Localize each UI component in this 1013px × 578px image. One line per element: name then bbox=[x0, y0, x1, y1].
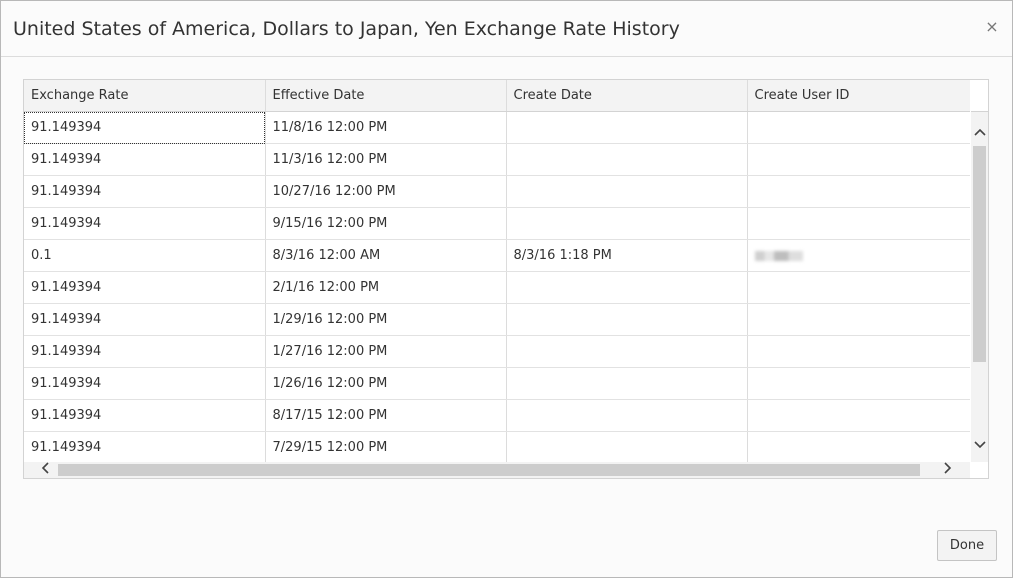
exchange-rate-history-dialog: United States of America, Dollars to Jap… bbox=[0, 0, 1013, 578]
exchange-rate-cell[interactable]: 91.149394 bbox=[24, 431, 266, 462]
effective-date-cell[interactable]: 2/1/16 12:00 PM bbox=[265, 271, 507, 304]
close-icon[interactable]: × bbox=[984, 19, 1000, 35]
scrollbar-header-spacer bbox=[971, 80, 988, 112]
table-row[interactable]: 91.149394 1/27/16 12:00 PM bbox=[24, 335, 970, 368]
table-viewport: Exchange Rate Effective Date Create Date… bbox=[24, 80, 970, 462]
create-date-cell[interactable] bbox=[506, 111, 748, 144]
vertical-scrollbar[interactable] bbox=[971, 112, 988, 462]
table-header-row: Exchange Rate Effective Date Create Date… bbox=[24, 80, 970, 112]
create-date-cell[interactable] bbox=[506, 367, 748, 400]
column-header-create-user-id[interactable]: Create User ID bbox=[747, 80, 970, 112]
create-user-id-cell[interactable] bbox=[747, 399, 970, 432]
create-user-id-cell[interactable] bbox=[747, 143, 970, 176]
create-user-id-cell[interactable] bbox=[747, 111, 970, 144]
exchange-rate-cell[interactable]: 91.149394 bbox=[24, 399, 266, 432]
chevron-up-icon[interactable] bbox=[971, 124, 988, 141]
exchange-rate-cell[interactable]: 91.149394 bbox=[24, 271, 266, 304]
create-date-cell[interactable] bbox=[506, 143, 748, 176]
effective-date-cell[interactable]: 8/3/16 12:00 AM bbox=[265, 239, 507, 272]
effective-date-cell[interactable]: 11/3/16 12:00 PM bbox=[265, 143, 507, 176]
table-row[interactable]: 91.149394 1/26/16 12:00 PM bbox=[24, 367, 970, 400]
create-user-id-cell[interactable] bbox=[747, 175, 970, 208]
column-header-effective-date[interactable]: Effective Date bbox=[265, 80, 507, 112]
effective-date-cell[interactable]: 9/15/16 12:00 PM bbox=[265, 207, 507, 240]
create-user-id-cell[interactable] bbox=[747, 207, 970, 240]
table-row[interactable]: 91.149394 2/1/16 12:00 PM bbox=[24, 271, 970, 304]
table-row[interactable]: 91.149394 1/29/16 12:00 PM bbox=[24, 303, 970, 336]
effective-date-cell[interactable]: 1/26/16 12:00 PM bbox=[265, 367, 507, 400]
exchange-rate-cell[interactable]: 91.149394 bbox=[24, 207, 266, 240]
effective-date-cell[interactable]: 11/8/16 12:00 PM bbox=[265, 111, 507, 144]
table-row[interactable]: 91.149394 7/29/15 12:00 PM bbox=[24, 431, 970, 462]
exchange-rate-cell[interactable]: 91.149394 bbox=[24, 335, 266, 368]
exchange-rate-cell[interactable]: 91.149394 bbox=[24, 143, 266, 176]
table-row[interactable]: 0.1 8/3/16 12:00 AM 8/3/16 1:18 PM bbox=[24, 239, 970, 272]
effective-date-cell[interactable]: 7/29/15 12:00 PM bbox=[265, 431, 507, 462]
exchange-rate-cell[interactable]: 91.149394 bbox=[24, 367, 266, 400]
dialog-title: United States of America, Dollars to Jap… bbox=[13, 18, 680, 40]
exchange-rate-cell[interactable]: 91.149394 bbox=[24, 175, 266, 208]
table-row[interactable]: 91.149394 8/17/15 12:00 PM bbox=[24, 399, 970, 432]
create-date-cell[interactable] bbox=[506, 271, 748, 304]
scrollbar-corner bbox=[970, 462, 988, 478]
create-user-id-cell[interactable] bbox=[747, 239, 970, 272]
horizontal-scrollbar[interactable] bbox=[24, 462, 970, 478]
redacted-user-id bbox=[754, 250, 803, 261]
table-row[interactable]: 91.149394 11/3/16 12:00 PM bbox=[24, 143, 970, 176]
create-user-id-cell[interactable] bbox=[747, 431, 970, 462]
create-date-cell[interactable] bbox=[506, 175, 748, 208]
horizontal-scroll-thumb[interactable] bbox=[58, 464, 920, 476]
create-date-cell[interactable] bbox=[506, 335, 748, 368]
effective-date-cell[interactable]: 1/27/16 12:00 PM bbox=[265, 335, 507, 368]
table-body: 91.149394 11/8/16 12:00 PM 91.149394 11/3/1… bbox=[24, 111, 970, 462]
create-date-cell[interactable] bbox=[506, 399, 748, 432]
create-user-id-cell[interactable] bbox=[747, 303, 970, 336]
create-user-id-cell[interactable] bbox=[747, 367, 970, 400]
chevron-left-icon[interactable] bbox=[36, 462, 53, 478]
create-date-cell[interactable] bbox=[506, 207, 748, 240]
create-date-cell[interactable] bbox=[506, 431, 748, 462]
chevron-right-icon[interactable] bbox=[939, 462, 956, 478]
create-date-cell[interactable] bbox=[506, 303, 748, 336]
dialog-header: United States of America, Dollars to Jap… bbox=[1, 1, 1012, 57]
done-button[interactable]: Done bbox=[937, 530, 997, 561]
exchange-rate-cell[interactable]: 91.149394 bbox=[24, 111, 266, 144]
effective-date-cell[interactable]: 8/17/15 12:00 PM bbox=[265, 399, 507, 432]
history-table: Exchange Rate Effective Date Create Date… bbox=[24, 80, 970, 462]
effective-date-cell[interactable]: 1/29/16 12:00 PM bbox=[265, 303, 507, 336]
exchange-rate-cell[interactable]: 0.1 bbox=[24, 239, 266, 272]
exchange-rate-cell[interactable]: 91.149394 bbox=[24, 303, 266, 336]
table-row[interactable]: 91.149394 9/15/16 12:00 PM bbox=[24, 207, 970, 240]
column-header-create-date[interactable]: Create Date bbox=[506, 80, 748, 112]
vertical-scroll-thumb[interactable] bbox=[973, 146, 986, 362]
column-header-exchange-rate[interactable]: Exchange Rate bbox=[24, 80, 266, 112]
table-row[interactable]: 91.149394 10/27/16 12:00 PM bbox=[24, 175, 970, 208]
effective-date-cell[interactable]: 10/27/16 12:00 PM bbox=[265, 175, 507, 208]
chevron-down-icon[interactable] bbox=[971, 437, 988, 454]
create-user-id-cell[interactable] bbox=[747, 271, 970, 304]
exchange-rate-table: Exchange Rate Effective Date Create Date… bbox=[23, 79, 989, 479]
create-date-cell[interactable]: 8/3/16 1:18 PM bbox=[506, 239, 748, 272]
table-row[interactable]: 91.149394 11/8/16 12:00 PM bbox=[24, 111, 970, 144]
create-user-id-cell[interactable] bbox=[747, 335, 970, 368]
